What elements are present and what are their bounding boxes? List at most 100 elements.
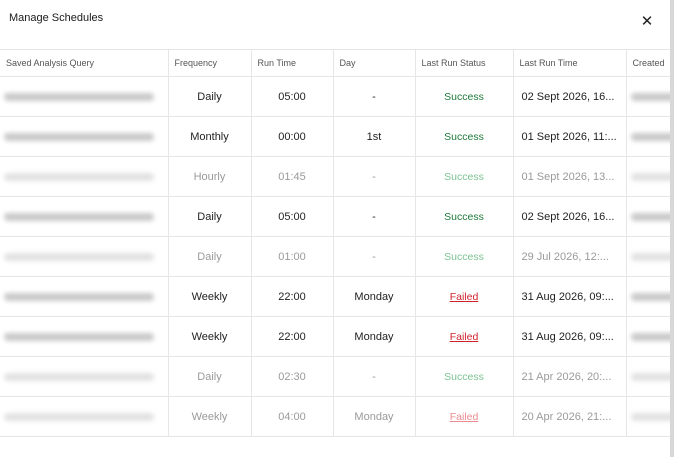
last-run-time-cell: 21 Apr 2026, 20:... [513,356,627,397]
frequency-cell: Weekly [168,396,252,437]
day-cell: - [333,76,416,117]
run-time-cell: 05:00 [251,196,334,237]
status-badge: Success [444,210,484,223]
status-badge: Success [444,170,484,183]
query-name-cell[interactable] [0,76,169,117]
schedules-table-container[interactable]: Saved Analysis Query Frequency Run Time … [0,49,674,439]
status-badge[interactable]: Failed [450,291,479,303]
table-header-row: Saved Analysis Query Frequency Run Time … [0,49,674,77]
last-run-time-cell: 31 Aug 2026, 09:... [513,276,627,317]
scrollbar[interactable] [670,0,674,457]
last-run-status-cell: Success [415,196,514,237]
last-run-status-cell: Failed [415,396,514,437]
day-cell: - [333,196,416,237]
redacted-created-by [630,252,674,261]
last-run-time-cell: 29 Jul 2026, 12:... [513,236,627,277]
modal-title: Manage Schedules [9,12,104,24]
run-time-cell: 01:00 [251,236,334,277]
redacted-created-by [630,172,674,181]
status-badge: Success [444,130,484,143]
day-cell: Monday [333,396,416,437]
status-badge: Success [444,370,484,383]
day-cell: Monday [333,276,416,317]
status-badge[interactable]: Failed [450,331,479,343]
last-run-time-cell: 31 Aug 2026, 09:... [513,316,627,357]
redacted-query-name [4,92,154,101]
query-name-cell[interactable] [0,236,169,277]
created-cell [626,156,674,197]
created-cell [626,236,674,277]
run-time-cell: 22:00 [251,316,334,357]
table-row[interactable]: Weekly 22:00 Monday Failed 31 Aug 2026, 09:.… [0,276,674,317]
table-row[interactable]: Daily 01:00- Success 29 Jul 2026, 12:... [0,236,674,277]
last-run-time-cell: 20 Apr 2026, 21:... [513,396,627,437]
close-icon[interactable]: ✕ [639,14,655,30]
last-run-time-cell: 02 Sept 2026, 16... [513,76,627,117]
last-run-status-cell: Success [415,156,514,197]
query-name-cell[interactable] [0,116,169,157]
last-run-status-cell: Success [415,236,514,277]
query-name-cell[interactable] [0,156,169,197]
last-run-status-cell: Success [415,76,514,117]
column-header-frequency[interactable]: Frequency [168,49,252,77]
query-name-cell[interactable] [0,276,169,317]
last-run-time-cell: 01 Sept 2026, 11:... [513,116,627,157]
last-run-time-cell: 02 Sept 2026, 16... [513,196,627,237]
frequency-cell: Weekly [168,316,252,357]
last-run-status-cell: Success [415,116,514,157]
schedules-table: Saved Analysis Query Frequency Run Time … [0,49,674,437]
column-header-created[interactable]: Created [626,49,674,77]
frequency-cell: Daily [168,236,252,277]
column-header-last-run-status[interactable]: Last Run Status [415,49,514,77]
query-name-cell[interactable] [0,356,169,397]
run-time-cell: 01:45 [251,156,334,197]
run-time-cell: 02:30 [251,356,334,397]
last-run-status-cell: Failed [415,276,514,317]
table-row[interactable]: Daily 05:00- Success 02 Sept 2026, 16... [0,76,674,117]
created-cell [626,196,674,237]
column-header-query[interactable]: Saved Analysis Query [0,49,169,77]
day-cell: - [333,236,416,277]
redacted-query-name [4,292,154,301]
table-row[interactable]: Hourly 01:45- Success 01 Sept 2026, 13... [0,156,674,197]
created-cell [626,116,674,157]
table-row[interactable]: Weekly 04:00 Monday Failed 20 Apr 2026, 21:.… [0,396,674,437]
frequency-cell: Daily [168,76,252,117]
redacted-created-by [630,372,674,381]
redacted-query-name [4,332,154,341]
column-header-last-run-time[interactable]: Last Run Time [513,49,627,77]
column-header-day[interactable]: Day [333,49,416,77]
redacted-created-by [630,132,674,141]
table-row[interactable]: Daily 02:30- Success 21 Apr 2026, 20:... [0,356,674,397]
run-time-cell: 05:00 [251,76,334,117]
frequency-cell: Daily [168,196,252,237]
query-name-cell[interactable] [0,396,169,437]
redacted-query-name [4,212,154,221]
query-name-cell[interactable] [0,316,169,357]
redacted-created-by [630,92,674,101]
redacted-query-name [4,412,154,421]
run-time-cell: 04:00 [251,396,334,437]
created-cell [626,396,674,437]
redacted-created-by [630,412,674,421]
created-cell [626,76,674,117]
status-badge[interactable]: Failed [450,411,479,423]
created-cell [626,276,674,317]
day-cell: - [333,156,416,197]
column-header-run-time[interactable]: Run Time [251,49,334,77]
frequency-cell: Monthly [168,116,252,157]
day-cell: Monday [333,316,416,357]
frequency-cell: Weekly [168,276,252,317]
table-row[interactable]: Weekly 22:00 Monday Failed 31 Aug 2026, 09:.… [0,316,674,357]
frequency-cell: Hourly [168,156,252,197]
run-time-cell: 22:00 [251,276,334,317]
query-name-cell[interactable] [0,196,169,237]
frequency-cell: Daily [168,356,252,397]
redacted-created-by [630,212,674,221]
last-run-status-cell: Failed [415,316,514,357]
last-run-time-cell: 01 Sept 2026, 13... [513,156,627,197]
run-time-cell: 00:00 [251,116,334,157]
manage-schedules-modal: Manage Schedules ✕ Saved Analysis Query … [0,0,674,457]
table-row[interactable]: Monthly 00:00 1st Success 01 Sept 2026, 11:.… [0,116,674,157]
table-row[interactable]: Daily 05:00- Success 02 Sept 2026, 16... [0,196,674,237]
